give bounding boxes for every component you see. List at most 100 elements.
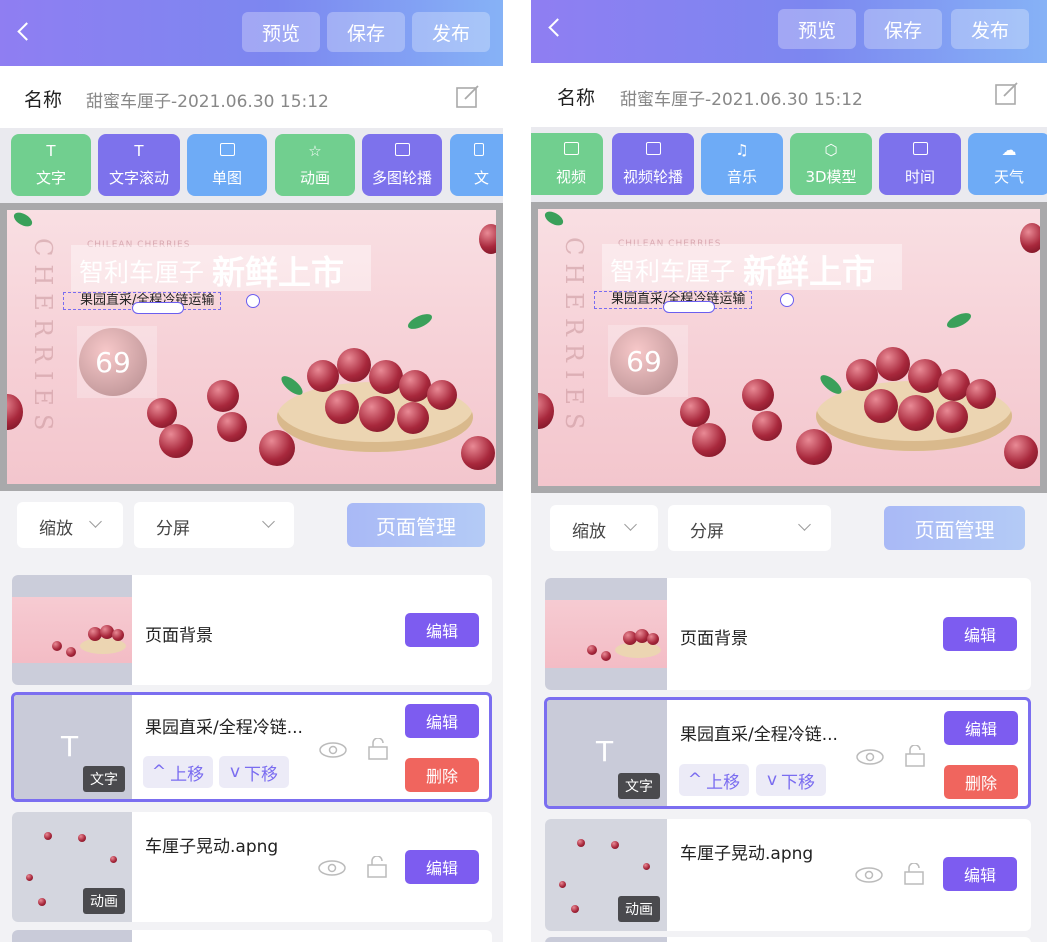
name-label: 名称	[24, 89, 63, 111]
tool-video-carousel[interactable]: 视频轮播	[612, 133, 694, 195]
cherry	[796, 429, 832, 465]
text-icon: T	[134, 141, 144, 160]
layer-card[interactable]: 动画 车厘子晃动.apng 编辑	[12, 812, 492, 922]
unlock-icon[interactable]	[367, 856, 387, 878]
split-label: 分屏	[690, 522, 724, 542]
layer-thumbnail	[545, 578, 667, 690]
save-button[interactable]: 保存	[864, 9, 942, 49]
video-carousel-icon	[645, 141, 661, 160]
move-down-label: 下移	[244, 764, 279, 785]
layer-card-selected[interactable]: T 文字 果园直采/全程冷链... ^ 上移 v 下移 编辑 删除	[11, 692, 492, 802]
publish-button[interactable]: 发布	[412, 12, 490, 52]
tool-text[interactable]: T 文字	[11, 134, 91, 196]
name-value: 甜蜜车厘子-2021.06.30 15:12	[86, 92, 329, 112]
publish-button[interactable]: 发布	[951, 9, 1029, 49]
cherry	[7, 394, 23, 430]
cherry	[538, 393, 554, 429]
visibility-eye-icon[interactable]	[855, 867, 883, 883]
control-bar: 缩放 分屏 页面管理	[0, 491, 503, 565]
canvas-preview[interactable]: CHERRIES CHILEAN CHERRIES 智利车厘子 新鲜上市 果园直…	[0, 203, 503, 491]
resize-handle[interactable]	[132, 302, 184, 314]
layer-card-selected[interactable]: T 文字 果园直采/全程冷链... ^ 上移 v 下移 编辑 删除	[544, 697, 1031, 809]
chevron-down-icon	[262, 515, 275, 528]
rotate-handle[interactable]	[780, 293, 794, 307]
move-down-button[interactable]: v 下移	[219, 756, 289, 788]
leaf	[11, 210, 35, 230]
edit-button[interactable]: 编辑	[943, 617, 1017, 651]
edit-button[interactable]: 编辑	[405, 613, 479, 647]
cherry	[427, 380, 457, 410]
layer-card-partial[interactable]	[12, 930, 492, 942]
unlock-icon[interactable]	[368, 738, 388, 760]
visibility-eye-icon[interactable]	[856, 749, 884, 765]
move-up-label: 上移	[706, 772, 741, 793]
page-manage-button[interactable]: 页面管理	[347, 503, 485, 547]
edit-name-icon[interactable]	[455, 85, 481, 109]
unlock-icon[interactable]	[905, 745, 925, 767]
cherry	[1004, 435, 1038, 469]
layer-name: 车厘子晃动.apng	[680, 844, 814, 864]
poster-image: CHERRIES CHILEAN CHERRIES 智利车厘子 新鲜上市 果园直…	[7, 210, 496, 484]
move-up-label: 上移	[170, 764, 205, 785]
tool-label: 时间	[904, 167, 935, 186]
page-manage-button[interactable]: 页面管理	[884, 506, 1025, 550]
poster-title-1: 智利车厘子	[610, 257, 736, 286]
zoom-select[interactable]: 缩放	[17, 502, 123, 548]
rotate-handle[interactable]	[246, 294, 260, 308]
tool-image-carousel[interactable]: 多图轮播	[362, 134, 442, 196]
back-icon[interactable]	[545, 18, 565, 38]
cube-icon: ⬡	[824, 140, 838, 159]
cherry	[259, 430, 295, 466]
layer-name: 车厘子晃动.apng	[145, 837, 279, 857]
move-down-button[interactable]: v 下移	[756, 764, 826, 796]
tool-label: 单图	[211, 168, 242, 187]
edit-name-icon[interactable]	[994, 82, 1020, 106]
layer-card[interactable]: 页面背景 编辑	[12, 575, 492, 685]
tool-label: 文	[474, 168, 490, 187]
images-icon	[394, 142, 410, 161]
tool-scrolling-text[interactable]: T 文字滚动	[98, 134, 180, 196]
tool-single-image[interactable]: 单图	[187, 134, 267, 196]
tool-document[interactable]: 文	[450, 134, 503, 196]
edit-button[interactable]: 编辑	[405, 704, 479, 738]
edit-button[interactable]: 编辑	[943, 857, 1017, 891]
tool-music[interactable]: ♫ 音乐	[701, 133, 783, 195]
tool-weather[interactable]: ☁ 天气	[968, 133, 1047, 195]
tool-animation[interactable]: ☆ 动画	[275, 134, 355, 196]
resize-handle[interactable]	[663, 301, 715, 313]
tool-video[interactable]: 视频	[531, 133, 603, 195]
tool-label: 音乐	[726, 167, 757, 186]
edit-button[interactable]: 编辑	[944, 711, 1018, 745]
preview-button[interactable]: 预览	[242, 12, 320, 52]
zoom-select[interactable]: 缩放	[550, 505, 658, 551]
layer-card-partial[interactable]	[545, 937, 1031, 942]
top-bar: 预览 保存 发布	[0, 0, 503, 66]
chevron-up-icon: ^	[151, 762, 167, 782]
layer-card[interactable]: 动画 车厘子晃动.apng 编辑	[545, 819, 1031, 931]
preview-button[interactable]: 预览	[778, 9, 856, 49]
split-label: 分屏	[156, 519, 190, 539]
split-select[interactable]: 分屏	[668, 505, 831, 551]
tool-time[interactable]: 时间	[879, 133, 961, 195]
visibility-eye-icon[interactable]	[318, 860, 346, 876]
canvas-preview[interactable]: CHERRIES CHILEAN CHERRIES 智利车厘子 新鲜上市 果园直…	[531, 202, 1047, 493]
visibility-eye-icon[interactable]	[319, 742, 347, 758]
cherry	[159, 424, 193, 458]
move-up-button[interactable]: ^ 上移	[143, 756, 213, 788]
back-icon[interactable]	[14, 22, 34, 42]
tool-label: 视频轮播	[622, 167, 683, 186]
cherry	[461, 436, 495, 470]
unlock-icon[interactable]	[904, 863, 924, 885]
move-up-button[interactable]: ^ 上移	[679, 764, 749, 796]
tool-3d-model[interactable]: ⬡ 3D模型	[790, 133, 872, 195]
delete-button[interactable]: 删除	[944, 765, 1018, 799]
save-button[interactable]: 保存	[327, 12, 405, 52]
name-label: 名称	[557, 87, 596, 109]
component-toolbar: T 文字 T 文字滚动 单图 ☆ 动画 多图轮播 文	[0, 128, 503, 204]
price-badge: 69	[79, 328, 147, 396]
layer-card[interactable]: 页面背景 编辑	[545, 578, 1031, 690]
delete-button[interactable]: 删除	[405, 758, 479, 792]
tool-label: 视频	[555, 167, 586, 186]
edit-button[interactable]: 编辑	[405, 850, 479, 884]
split-select[interactable]: 分屏	[134, 502, 294, 548]
